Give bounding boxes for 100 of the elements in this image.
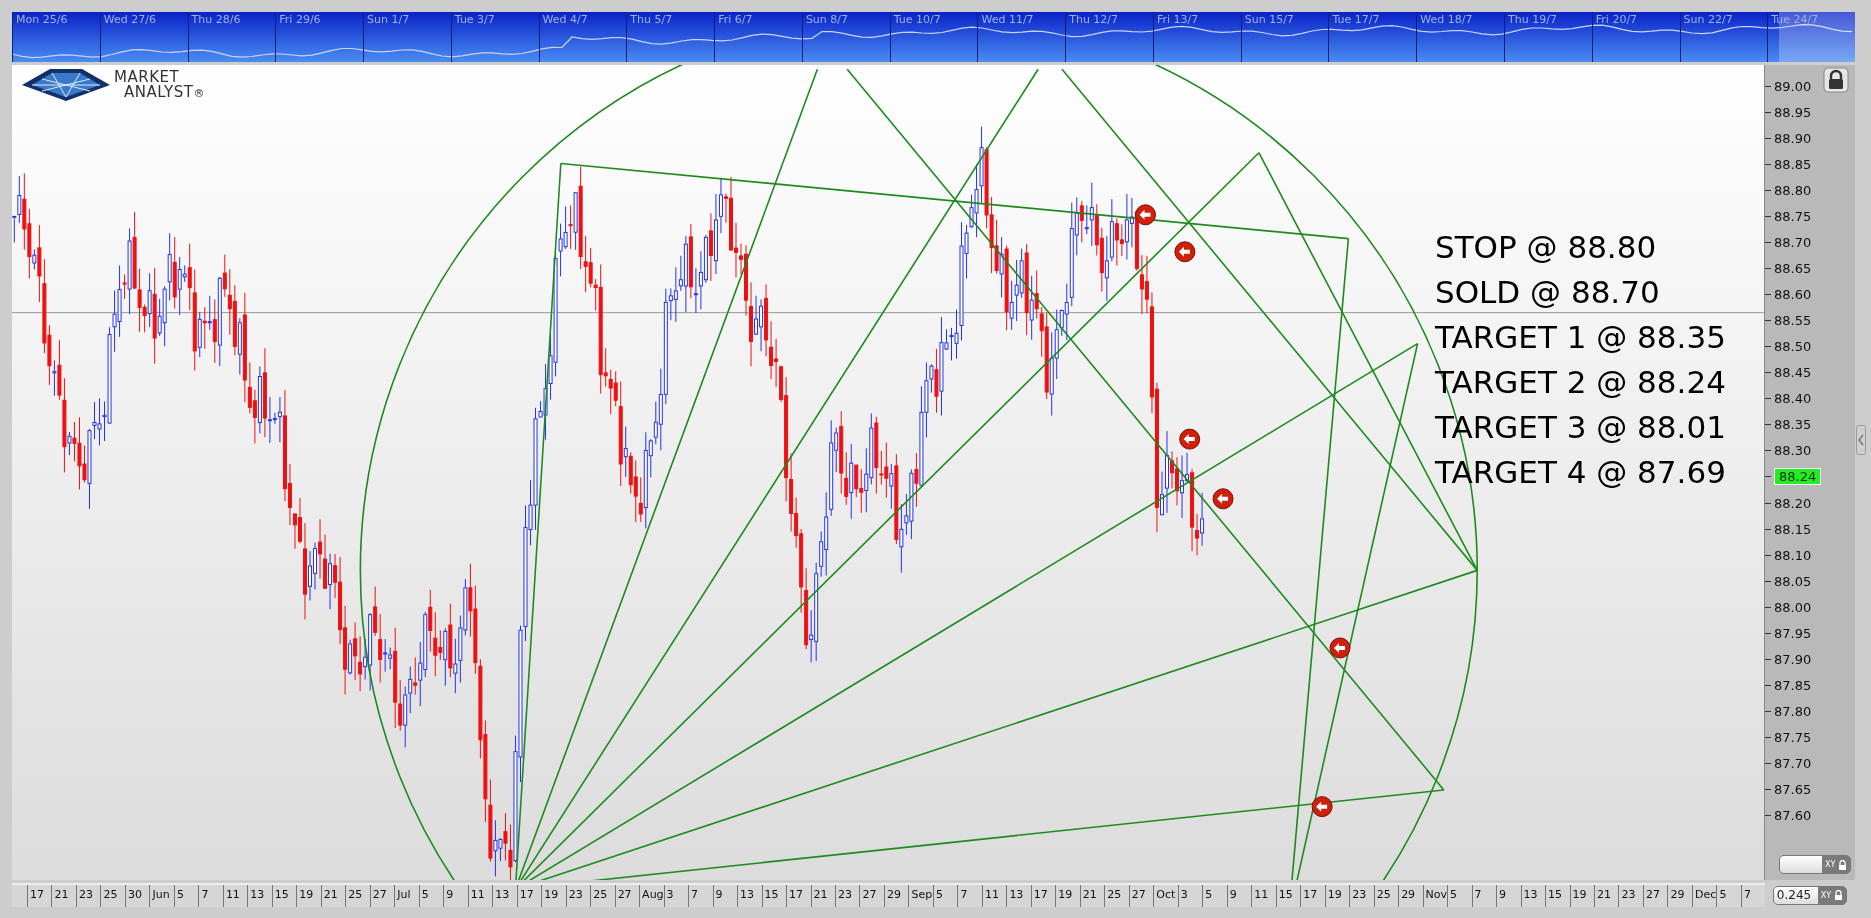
overview-date-label: Thu 28/6 [187, 12, 276, 62]
date-label: 27 [369, 885, 395, 907]
date-label: 3 [1177, 885, 1203, 907]
overview-date-label: Thu 12/7 [1065, 12, 1153, 62]
price-label: 88.40 [1774, 391, 1812, 407]
date-label: 15 [1545, 885, 1570, 907]
date-label: 25 [345, 885, 370, 907]
date-label: 23 [75, 885, 101, 907]
price-label: 88.00 [1774, 599, 1812, 615]
price-label: 88.30 [1774, 443, 1812, 459]
price-label: 88.55 [1774, 313, 1812, 329]
overview-date-label: Tue 10/7 [889, 12, 978, 62]
date-label: 3 [663, 885, 689, 907]
date-label: 19 [1569, 885, 1594, 907]
date-label: 7 [198, 885, 223, 907]
date-label: 11 [981, 885, 1007, 907]
overview-date-label: Tue 17/7 [1328, 12, 1417, 62]
price-label: 88.45 [1774, 365, 1812, 381]
date-label: 13 [492, 885, 517, 907]
overview-date-label: Fri 29/6 [275, 12, 364, 62]
arrow-marker-icon[interactable] [1212, 488, 1234, 510]
date-label: Oct [1153, 885, 1178, 907]
price-label: 88.15 [1774, 521, 1812, 537]
price-label: 88.90 [1774, 130, 1812, 146]
date-label: 25 [1104, 885, 1129, 907]
date-label: 29 [1667, 885, 1692, 907]
date-label: 13 [1520, 885, 1546, 907]
lock-icon[interactable] [1823, 67, 1849, 93]
logo-text: MARKET [114, 70, 180, 85]
date-label: 25 [1373, 885, 1399, 907]
date-label: 7 [688, 885, 713, 907]
arrow-marker-icon[interactable] [1311, 796, 1333, 818]
date-label: 21 [810, 885, 835, 907]
price-label: 88.50 [1774, 339, 1812, 355]
date-label: 19 [1324, 885, 1350, 907]
trade-note: STOP @ 88.80 [1435, 228, 1658, 267]
overview-date-label: Wed 11/7 [977, 12, 1066, 62]
trade-note: SOLD @ 88.70 [1435, 273, 1661, 312]
date-label: 21 [1594, 885, 1619, 907]
price-label: 88.20 [1774, 495, 1812, 511]
date-label: 17 [1300, 885, 1325, 907]
overview-date-label: Thu 5/7 [626, 12, 715, 62]
price-label: 88.10 [1774, 547, 1812, 563]
date-label: 15 [761, 885, 786, 907]
date-label: 21 [320, 885, 346, 907]
date-label: 9 [1496, 885, 1521, 907]
arrow-marker-icon[interactable] [1329, 637, 1351, 659]
overview-date-label: Sun 22/7 [1679, 12, 1768, 62]
date-label: 17 [516, 885, 542, 907]
trade-note: TARGET 1 @ 88.35 [1435, 318, 1726, 357]
date-label: 27 [1128, 885, 1154, 907]
overview-strip[interactable]: Mon 25/6 Wed 27/6 Thu 28/6 Fri 29/6 Sun 1/7 Tue 3/7 Wed 4/7 Thu 5/7 Fri 6/7 Sun 8/7 Tue 10/7 Wed 11/7 Thu 12/7 Fri 13/7 Sun 15/7 Tue 17/7 Wed 18/7 Thu 19/7 Fri 20/7 Sun 22/7 Tue 24/7 [12, 12, 1855, 62]
date-label: 23 [565, 885, 591, 907]
overview-date-label: Fri 6/7 [714, 12, 802, 62]
overview-date-label: Wed 18/7 [1416, 12, 1504, 62]
date-label: 5 [932, 885, 958, 907]
date-label: 27 [1642, 885, 1668, 907]
date-label: 15 [1275, 885, 1301, 907]
price-label: 88.85 [1774, 156, 1812, 172]
date-label: 5 [173, 885, 199, 907]
date-label: Aug [639, 885, 664, 907]
overview-date-label: Fri 20/7 [1591, 12, 1680, 62]
date-label: 25 [100, 885, 125, 907]
date-label: 23 [1349, 885, 1374, 907]
price-label: 88.95 [1774, 104, 1812, 120]
overview-date-label: Sun 8/7 [801, 12, 890, 62]
date-label: 5 [418, 885, 444, 907]
date-label: Dec [1691, 885, 1717, 907]
date-label: 11 [1251, 885, 1276, 907]
logo-text: ANALYST® [123, 85, 205, 100]
date-label: 29 [1398, 885, 1423, 907]
price-label: 88.80 [1774, 182, 1812, 198]
arrow-marker-icon[interactable] [1135, 204, 1156, 226]
zoom-slider[interactable]: XY [1779, 855, 1852, 874]
diamond-logo-icon [20, 67, 112, 103]
price-label: 89.00 [1774, 78, 1812, 94]
scale-field[interactable]: 0.245 XY [1772, 885, 1848, 905]
date-label: 13 [737, 885, 762, 907]
price-label: 88.35 [1774, 417, 1812, 433]
date-label: 21 [1079, 885, 1105, 907]
arrow-marker-icon[interactable] [1174, 241, 1196, 263]
price-label: 87.65 [1774, 782, 1812, 798]
current-price-tag: 88.24 [1774, 468, 1822, 486]
overview-date-label: Sun 1/7 [363, 12, 451, 62]
arrow-marker-icon[interactable] [1179, 428, 1201, 450]
date-label: 21 [51, 885, 76, 907]
price-label: 88.05 [1774, 573, 1812, 589]
date-label: 29 [883, 885, 909, 907]
date-label: 5 [1447, 885, 1472, 907]
price-label: 87.90 [1774, 651, 1812, 667]
price-label: 88.60 [1774, 287, 1812, 303]
date-label: 7 [957, 885, 982, 907]
date-label: 5 [1202, 885, 1227, 907]
price-label: 87.70 [1774, 756, 1812, 772]
date-label: 11 [467, 885, 493, 907]
overview-date-label: Thu 19/7 [1504, 12, 1592, 62]
price-label: 87.60 [1774, 808, 1812, 824]
date-label: 13 [1006, 885, 1031, 907]
date-label: Jun [149, 885, 174, 907]
collapse-tab-icon[interactable] [1856, 425, 1866, 455]
